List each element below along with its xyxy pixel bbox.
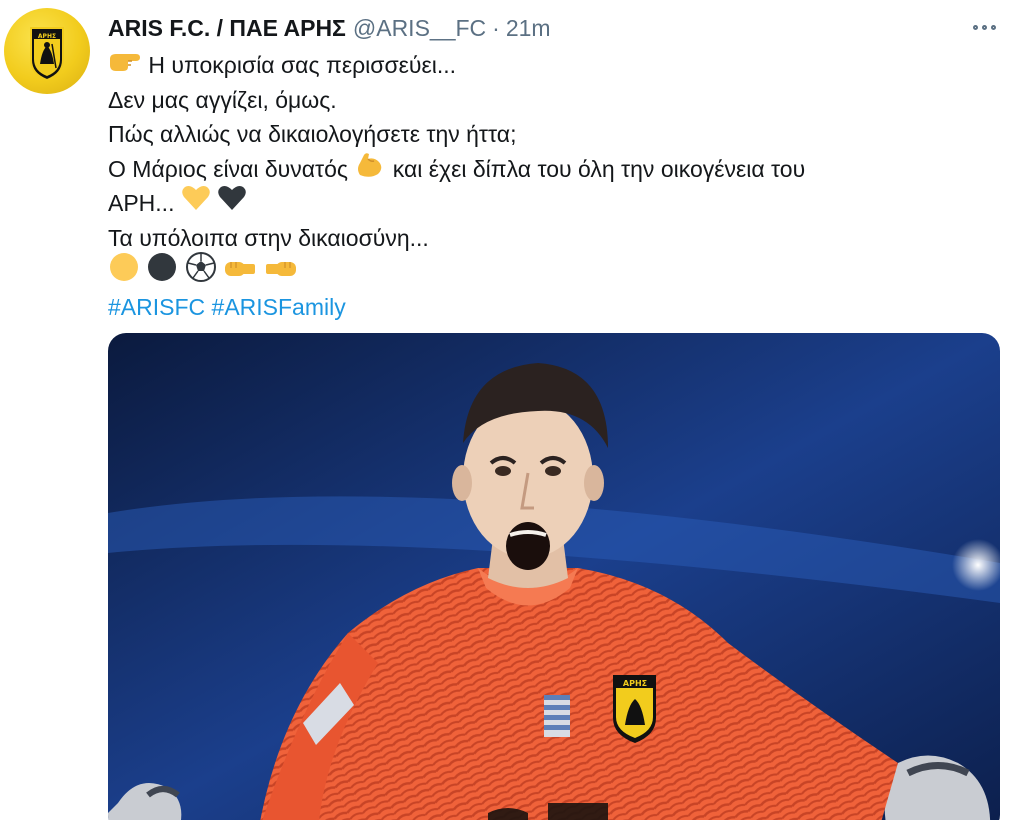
hashtag-row: #ARISFC #ARISFamily bbox=[108, 290, 988, 325]
left-facing-fist-icon bbox=[223, 255, 257, 290]
jersey-crest-text: ΑΡΗΣ bbox=[623, 679, 647, 688]
hashtag-arisfamily-link[interactable]: #ARISFamily bbox=[212, 294, 346, 320]
tweet-text: Η υποκρισία σας περισσεύει... Δεν μας αγ… bbox=[108, 48, 988, 324]
soccer-ball-icon bbox=[185, 251, 217, 293]
tweet-line-6: Τα υπόλοιπα στην δικαιοσύνη... bbox=[108, 224, 429, 251]
tweet-header: ARIS F.C. / ΠΑΕ ΑΡΗΣ @ARIS__FC · 21m bbox=[108, 12, 551, 44]
yellow-heart-icon bbox=[181, 184, 211, 222]
tweet-card: ΑΡΗΣ ARIS F.C. / ΠΑΕ ΑΡΗΣ @ARIS__FC · 21… bbox=[0, 0, 1024, 820]
right-facing-fist-icon bbox=[264, 255, 298, 290]
tweet-line-4-text: Ο Μάριος είναι δυνατός bbox=[108, 155, 348, 182]
more-options-icon[interactable] bbox=[966, 16, 1002, 38]
yellow-circle-icon bbox=[108, 251, 140, 293]
tweet-line-4b-text: και έχει δίπλα του όλη την οικογένεια το… bbox=[392, 155, 806, 182]
tweet-line-5: ΑΡΗ... bbox=[108, 186, 988, 221]
black-heart-icon bbox=[217, 184, 247, 222]
aris-crest-icon: ΑΡΗΣ bbox=[30, 27, 64, 82]
tweet-line-5-text: ΑΡΗ... bbox=[108, 190, 175, 216]
black-circle-icon bbox=[146, 251, 178, 293]
profile-avatar[interactable]: ΑΡΗΣ bbox=[4, 8, 90, 94]
svg-text:ΑΡΗΣ: ΑΡΗΣ bbox=[38, 33, 56, 40]
timestamp[interactable]: 21m bbox=[506, 15, 551, 42]
display-name[interactable]: ARIS F.C. / ΠΑΕ ΑΡΗΣ bbox=[108, 15, 346, 42]
tweet-line-3: Πώς αλλιώς να δικαιολογήσετε την ήττα; bbox=[108, 121, 517, 147]
tweet-line-1-text: Η υποκρισία σας περισσεύει... bbox=[148, 52, 457, 78]
separator-dot: · bbox=[492, 14, 500, 41]
tweet-line-4: Ο Μάριος είναι δυνατός και έχει δίπλα το… bbox=[108, 152, 988, 187]
user-handle[interactable]: @ARIS__FC bbox=[353, 15, 486, 42]
backhand-index-pointing-right-icon bbox=[108, 48, 142, 83]
tweet-line-1: Η υποκρισία σας περισσεύει... bbox=[108, 48, 988, 83]
goalkeeper-photo-icon: ΑΡΗΣ bbox=[108, 333, 1000, 820]
hashtag-arisfc-link[interactable]: #ARISFC bbox=[108, 294, 205, 320]
emoji-row bbox=[108, 252, 988, 290]
tweet-photo[interactable]: ΑΡΗΣ bbox=[108, 333, 1000, 820]
tweet-line-2: Δεν μας αγγίζει, όμως. bbox=[108, 86, 337, 113]
flexed-biceps-icon bbox=[354, 149, 386, 189]
